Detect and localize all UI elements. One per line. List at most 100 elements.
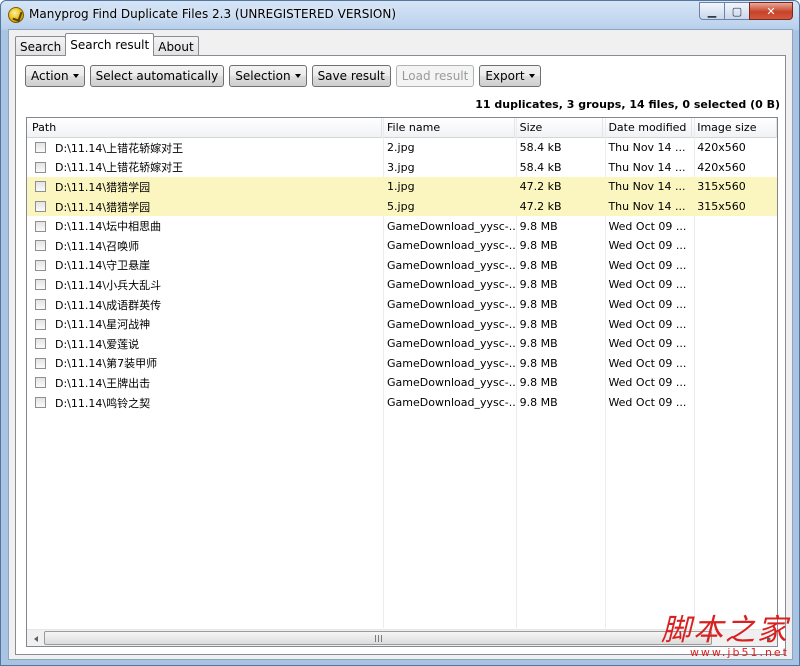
date-modified-cell: Wed Oct 09 ... xyxy=(603,314,692,334)
file-name-cell: 5.jpg xyxy=(382,197,515,217)
size-cell-text: 9.8 MB xyxy=(519,337,558,351)
tab-search-result[interactable]: Search result xyxy=(65,33,155,56)
table-row[interactable]: D:\11.14\守卫悬崖 GameDownload_yysc-... 9.8 MB… xyxy=(27,256,777,276)
file-name-cell-text: GameDownload_yysc-... xyxy=(387,258,515,272)
scroll-left-button[interactable] xyxy=(27,630,44,646)
table-row[interactable]: D:\11.14\成语群英传 GameDownload_yysc-... 9.8 M… xyxy=(27,295,777,315)
select-automatically-button[interactable]: Select automatically xyxy=(89,65,225,87)
table-row[interactable]: D:\11.14\上错花轿嫁对王 2.jpg 58.4 kB Thu Nov 14 .… xyxy=(27,138,777,158)
row-checkbox[interactable] xyxy=(35,279,46,291)
export-dropdown-button[interactable]: Export xyxy=(479,65,541,87)
date-modified-cell-text: Thu Nov 14 ... xyxy=(608,180,686,194)
date-modified-cell: Thu Nov 14 ... xyxy=(603,138,692,158)
tab-about[interactable]: About xyxy=(153,36,199,56)
size-cell-text: 9.8 MB xyxy=(519,278,558,292)
table-row[interactable]: D:\11.14\鸣铃之契 GameDownload_yysc-... 9.8 MB… xyxy=(27,393,777,413)
save-result-button[interactable]: Save result xyxy=(311,65,391,87)
table-row[interactable]: D:\11.14\猎猎学园 1.jpg 47.2 kB Thu Nov 14 ... 3… xyxy=(27,177,777,197)
table-row[interactable]: D:\11.14\第7装甲师 GameDownload_yysc-... 9.8 M… xyxy=(27,354,777,374)
row-checkbox[interactable] xyxy=(35,240,46,252)
row-checkbox[interactable] xyxy=(35,181,46,193)
table-row[interactable]: D:\11.14\小兵大乱斗 GameDownload_yysc-... 9.8 M… xyxy=(27,275,777,295)
path-cell-text: D:\11.14\成语群英传 xyxy=(55,298,162,312)
tab-search[interactable]: Search xyxy=(15,36,67,56)
date-modified-cell: Wed Oct 09 ... xyxy=(603,275,692,295)
date-modified-cell: Wed Oct 09 ... xyxy=(603,295,692,315)
size-cell: 9.8 MB xyxy=(515,334,604,354)
dropdown-arrow-icon xyxy=(72,74,79,78)
action-dropdown-button[interactable]: Action xyxy=(25,65,85,87)
selection-label: Selection xyxy=(235,69,291,83)
size-cell-text: 9.8 MB xyxy=(519,376,558,390)
scrollbar-thumb[interactable] xyxy=(44,631,712,645)
image-size-cell-text: 315x560 xyxy=(697,180,746,194)
table-row[interactable]: D:\11.14\爱莲说 GameDownload_yysc-... 9.8 MB W… xyxy=(27,334,777,354)
row-checkbox[interactable] xyxy=(35,220,46,232)
minimize-button[interactable]: ▁ xyxy=(699,2,725,20)
table-row[interactable]: D:\11.14\猎猎学园 5.jpg 47.2 kB Thu Nov 14 ... 3… xyxy=(27,196,777,217)
table-row[interactable]: D:\11.14\上错花轿嫁对王 3.jpg 58.4 kB Thu Nov 14 .… xyxy=(27,158,777,178)
image-size-cell xyxy=(692,295,777,315)
dropdown-arrow-icon xyxy=(294,74,301,78)
image-size-cell: 315x560 xyxy=(692,197,777,217)
size-cell: 9.8 MB xyxy=(515,216,604,236)
path-cell: D:\11.14\小兵大乱斗 xyxy=(27,275,382,295)
column-header-file-name[interactable]: File name xyxy=(382,118,515,138)
size-cell: 9.8 MB xyxy=(515,236,604,256)
row-checkbox[interactable] xyxy=(35,259,46,271)
file-name-cell-text: GameDownload_yysc-... xyxy=(387,337,515,351)
load-result-button[interactable]: Load result xyxy=(395,65,475,87)
maximize-button[interactable]: ▢ xyxy=(724,2,750,20)
row-checkbox[interactable] xyxy=(35,338,46,350)
date-modified-cell-text: Wed Oct 09 ... xyxy=(608,278,687,292)
row-checkbox[interactable] xyxy=(35,161,46,173)
file-name-cell: GameDownload_yysc-... xyxy=(382,354,515,374)
row-checkbox[interactable] xyxy=(35,142,46,154)
table-row[interactable]: D:\11.14\星河战神 GameDownload_yysc-... 9.8 MB… xyxy=(27,314,777,334)
file-name-cell-text: 3.jpg xyxy=(387,160,415,174)
column-header-size[interactable]: Size xyxy=(515,118,604,138)
close-button[interactable]: ✕ xyxy=(749,2,793,20)
table-row[interactable]: D:\11.14\王牌出击 GameDownload_yysc-... 9.8 MB… xyxy=(27,373,777,393)
image-size-cell xyxy=(692,275,777,295)
row-checkbox[interactable] xyxy=(35,357,46,369)
path-cell-text: D:\11.14\召唤师 xyxy=(55,239,140,253)
file-name-cell: 2.jpg xyxy=(382,138,515,158)
file-name-cell-text: GameDownload_yysc-... xyxy=(387,356,515,370)
date-modified-cell-text: Wed Oct 09 ... xyxy=(608,239,687,253)
grip-icon xyxy=(375,635,383,642)
file-name-cell-text: GameDownload_yysc-... xyxy=(387,239,515,253)
file-name-cell-text: GameDownload_yysc-... xyxy=(387,396,515,410)
row-checkbox[interactable] xyxy=(35,201,46,213)
column-header-date-modified[interactable]: Date modified xyxy=(603,118,693,138)
column-header-image-size[interactable]: Image size xyxy=(692,118,777,138)
image-size-cell xyxy=(692,314,777,334)
date-modified-cell: Wed Oct 09 ... xyxy=(603,334,692,354)
size-cell-text: 9.8 MB xyxy=(519,356,558,370)
table-row[interactable]: D:\11.14\召唤师 GameDownload_yysc-... 9.8 MB W… xyxy=(27,236,777,256)
row-checkbox[interactable] xyxy=(35,397,46,409)
file-name-cell: GameDownload_yysc-... xyxy=(382,393,515,413)
path-cell-text: D:\11.14\猎猎学园 xyxy=(55,180,151,194)
selection-dropdown-button[interactable]: Selection xyxy=(229,65,307,87)
title-bar[interactable]: Manyprog Find Duplicate Files 2.3 (UNREG… xyxy=(1,1,799,29)
row-checkbox[interactable] xyxy=(35,377,46,389)
file-name-cell-text: GameDownload_yysc-... xyxy=(387,298,515,312)
app-window: Manyprog Find Duplicate Files 2.3 (UNREG… xyxy=(0,0,800,666)
column-header-path[interactable]: Path xyxy=(27,118,383,138)
image-size-cell-text: 315x560 xyxy=(697,200,746,214)
image-size-cell xyxy=(692,236,777,256)
path-cell: D:\11.14\第7装甲师 xyxy=(27,354,382,374)
path-cell-text: D:\11.14\鸣铃之契 xyxy=(55,396,151,410)
size-cell-text: 58.4 kB xyxy=(519,160,562,174)
scroll-left-icon xyxy=(33,635,38,642)
size-cell: 47.2 kB xyxy=(515,177,604,197)
size-cell: 9.8 MB xyxy=(515,275,604,295)
row-checkbox[interactable] xyxy=(35,299,46,311)
row-checkbox[interactable] xyxy=(35,318,46,330)
path-cell: D:\11.14\鸣铃之契 xyxy=(27,393,382,413)
table-row[interactable]: D:\11.14\坛中相思曲 GameDownload_yysc-... 9.8 M… xyxy=(27,216,777,236)
date-modified-cell: Thu Nov 14 ... xyxy=(603,197,692,217)
date-modified-cell-text: Thu Nov 14 ... xyxy=(608,141,686,155)
client-area: Search Search result About Action Select… xyxy=(8,29,793,660)
